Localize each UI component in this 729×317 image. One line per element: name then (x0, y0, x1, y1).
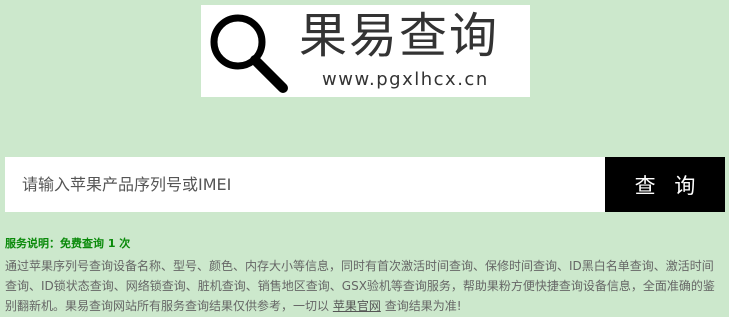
logo-url-text: www.pgxlhcx.cn (322, 69, 489, 90)
service-description-ending: 查询结果为准! (384, 299, 462, 313)
search-input[interactable] (5, 157, 606, 212)
logo-brand-text: 果易查询 (299, 8, 500, 64)
search-button[interactable]: 查 询 (605, 157, 725, 212)
service-title: 服务说明：免费查询 1 次 (5, 237, 131, 250)
apple-official-link[interactable]: 苹果官网 (333, 299, 381, 313)
service-description: 通过苹果序列号查询设备名称、型号、颜色、内存大小等信息，同时有首次激活时间查询、… (5, 256, 724, 316)
site-logo[interactable]: 果易查询 www.pgxlhcx.cn (201, 5, 530, 97)
